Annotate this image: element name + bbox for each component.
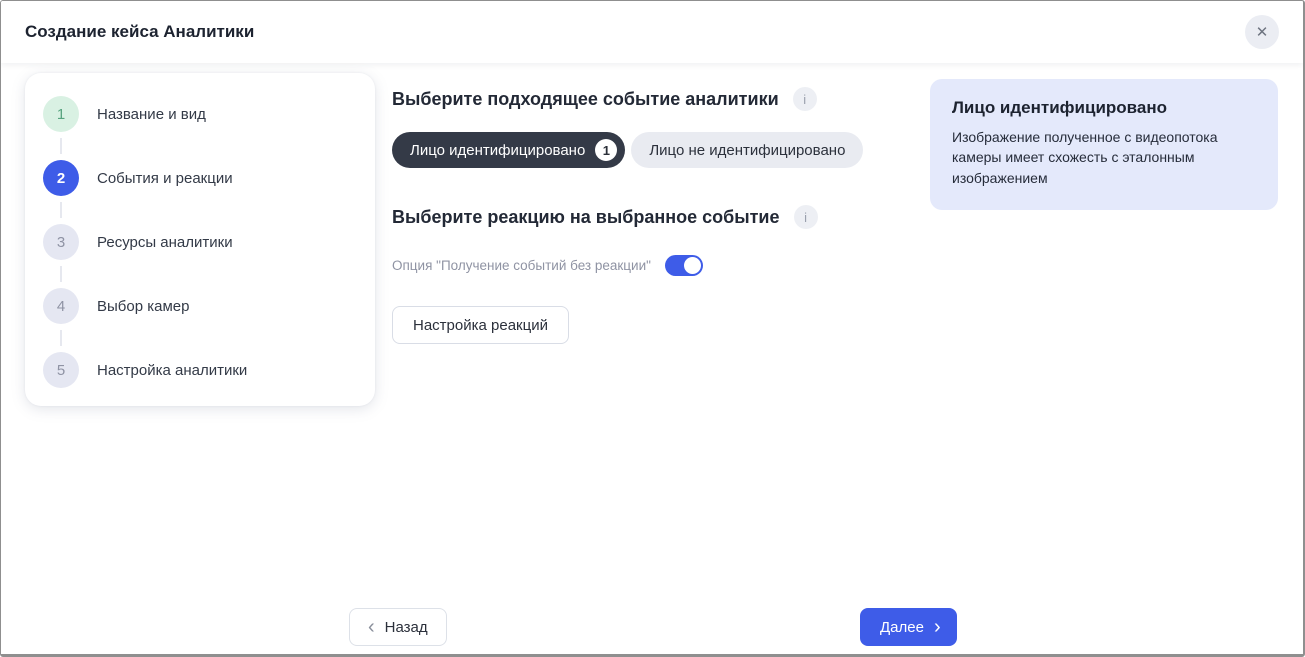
step-label: Название и вид (97, 106, 206, 123)
toggle-label: Опция "Получение событий без реакции" (392, 258, 651, 273)
dialog-title: Создание кейса Аналитики (25, 22, 254, 42)
info-card-description: Изображение полученное с видеопотока кам… (952, 127, 1256, 188)
step-label: Выбор камер (97, 298, 189, 315)
stepper-item-events-and-reactions[interactable]: 2 События и реакции (43, 160, 375, 196)
next-button[interactable]: Далее › (860, 608, 957, 646)
step-label: Ресурсы аналитики (97, 234, 233, 251)
stepper-panel: 1 Название и вид 2 События и реакции 3 Р… (25, 73, 375, 406)
chip-count-badge: 1 (595, 139, 617, 161)
chip-face-identified[interactable]: Лицо идентифицировано 1 (392, 132, 625, 168)
main-content: Выберите подходящее событие аналитики i … (392, 87, 892, 344)
step-label: Настройка аналитики (97, 362, 247, 379)
back-button[interactable]: ‹ Назад (349, 608, 447, 646)
toggle-knob (684, 257, 701, 274)
step-number-badge: 5 (43, 352, 79, 388)
chip-label: Лицо не идентифицировано (649, 142, 845, 159)
event-info-card: Лицо идентифицировано Изображение получе… (930, 79, 1278, 210)
dialog-header: Создание кейса Аналитики ✕ (1, 1, 1303, 63)
chevron-right-icon: › (934, 617, 941, 637)
close-icon: ✕ (1256, 23, 1269, 41)
stepper-item-camera-selection[interactable]: 4 Выбор камер (43, 288, 375, 324)
step-label: События и реакции (97, 170, 233, 187)
event-section-header: Выберите подходящее событие аналитики i (392, 87, 892, 111)
chip-face-not-identified[interactable]: Лицо не идентифицировано (631, 132, 863, 168)
step-number-badge: 2 (43, 160, 79, 196)
chip-label: Лицо идентифицировано (410, 142, 585, 159)
step-number-badge: 1 (43, 96, 79, 132)
event-section-title: Выберите подходящее событие аналитики (392, 89, 779, 110)
stepper-item-name-and-type[interactable]: 1 Название и вид (43, 96, 375, 132)
stepper-item-analytics-settings[interactable]: 5 Настройка аналитики (43, 352, 375, 388)
info-card-title: Лицо идентифицировано (952, 98, 1256, 118)
chevron-left-icon: ‹ (368, 617, 375, 637)
info-icon[interactable]: i (794, 205, 818, 229)
step-number-badge: 3 (43, 224, 79, 260)
no-reaction-toggle[interactable] (665, 255, 703, 276)
step-number-badge: 4 (43, 288, 79, 324)
no-reaction-toggle-row: Опция "Получение событий без реакции" (392, 254, 892, 276)
create-analytics-case-dialog: Создание кейса Аналитики ✕ 1 Название и … (0, 0, 1305, 657)
reaction-settings-button[interactable]: Настройка реакций (392, 306, 569, 344)
back-button-label: Назад (385, 619, 428, 636)
close-button[interactable]: ✕ (1245, 15, 1279, 49)
event-chips-row: Лицо идентифицировано 1 Лицо не идентифи… (392, 132, 892, 168)
reaction-section-header: Выберите реакцию на выбранное событие i (392, 205, 892, 229)
next-button-label: Далее (880, 619, 924, 636)
reaction-section-title: Выберите реакцию на выбранное событие (392, 207, 780, 228)
info-icon[interactable]: i (793, 87, 817, 111)
stepper-item-analytics-resources[interactable]: 3 Ресурсы аналитики (43, 224, 375, 260)
